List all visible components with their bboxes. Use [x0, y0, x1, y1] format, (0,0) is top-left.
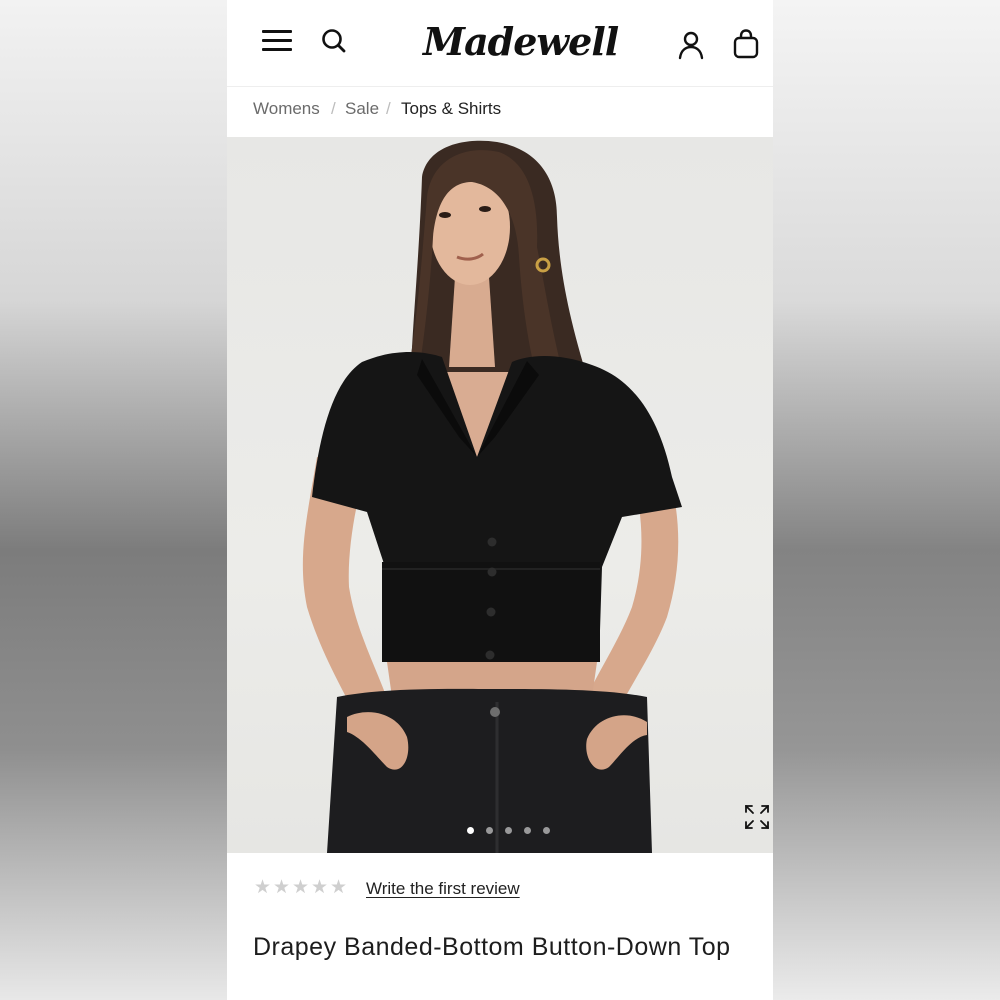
hamburger-menu-icon[interactable] [262, 28, 292, 54]
expand-icon[interactable] [743, 803, 771, 831]
gallery-dot[interactable] [524, 827, 531, 834]
gallery-pagination [467, 827, 557, 837]
gallery-dot[interactable] [486, 827, 493, 834]
blurred-background-right [773, 0, 1000, 1000]
star-empty-icon: ★ [311, 876, 329, 898]
shopping-bag-icon[interactable] [732, 28, 760, 60]
product-image-gallery[interactable] [227, 137, 773, 853]
breadcrumb: Womens / Sale / Tops & Shirts [227, 87, 773, 137]
star-empty-icon: ★ [330, 876, 348, 898]
rating-stars: ★ ★ ★ ★ ★ [254, 877, 354, 897]
product-title: Drapey Banded-Bottom Button-Down Top [253, 933, 731, 961]
star-empty-icon: ★ [292, 876, 310, 898]
breadcrumb-tops-shirts[interactable]: Tops & Shirts [401, 99, 501, 119]
gallery-dot[interactable] [467, 827, 474, 834]
star-empty-icon: ★ [273, 876, 291, 898]
breadcrumb-womens[interactable]: Womens [253, 99, 320, 119]
breadcrumb-sale[interactable]: Sale [345, 99, 379, 119]
user-account-icon[interactable] [677, 30, 705, 60]
gallery-dot[interactable] [505, 827, 512, 834]
breadcrumb-separator: / [331, 99, 336, 118]
brand-logo[interactable]: Madewell [423, 18, 619, 66]
gallery-dot[interactable] [543, 827, 550, 834]
breadcrumb-separator: / [386, 99, 391, 118]
blurred-background-left [0, 0, 227, 1000]
star-empty-icon: ★ [254, 876, 272, 898]
product-info: ★ ★ ★ ★ ★ Write the first review Drapey … [227, 853, 773, 1000]
search-icon[interactable] [319, 26, 349, 56]
mobile-page: Madewell Womens / Sale / Tops & Shirts ★… [227, 0, 773, 1000]
site-header: Madewell [227, 0, 773, 87]
write-review-link[interactable]: Write the first review [366, 879, 520, 899]
product-photo [302, 140, 682, 853]
